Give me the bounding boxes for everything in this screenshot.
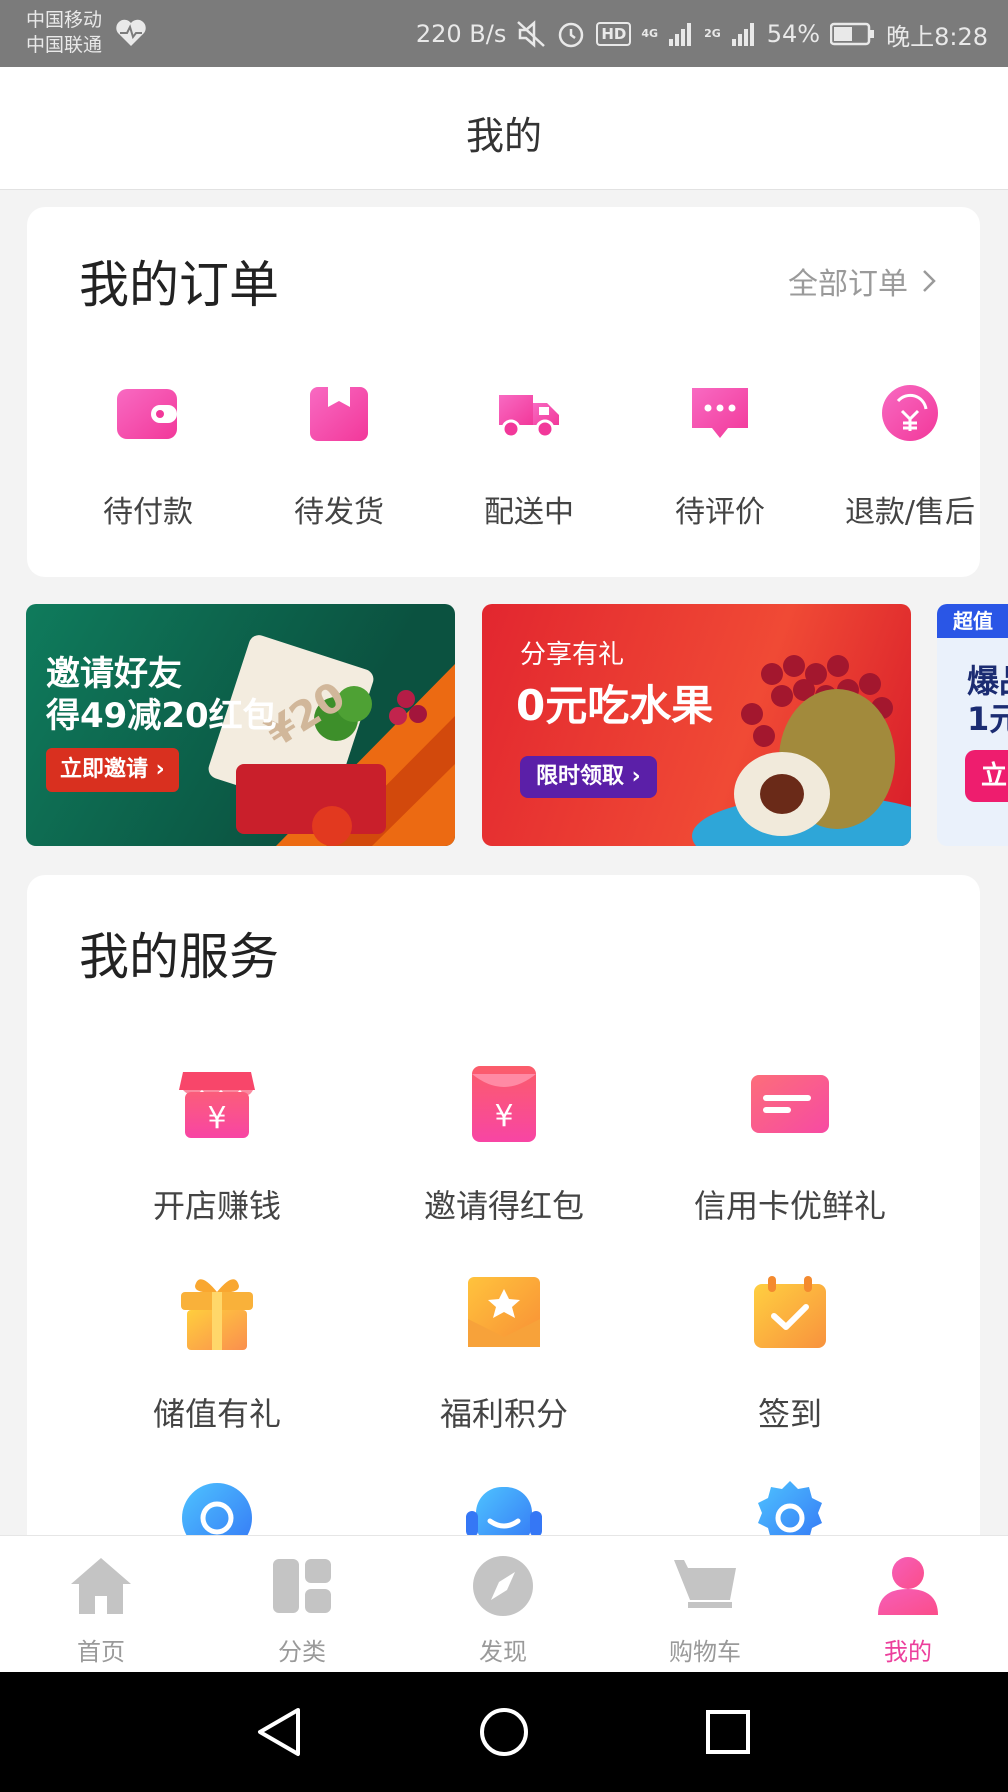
compass-icon: [473, 1556, 533, 1616]
chat-bubble-icon: [692, 388, 748, 438]
orders-card: 我的订单 全部订单 待付款 待发货 配送中 待评价 退款/售后: [27, 207, 980, 577]
credit-card-icon: [751, 1075, 829, 1133]
services-card: 我的服务 ¥ 开店赚钱 ¥ 邀请得红包 信用卡优鲜礼 储值有礼 福利积分 签到: [27, 875, 980, 1555]
system-nav-bar: [0, 1672, 1008, 1792]
network-4g: 4G: [641, 27, 659, 40]
tab-label: 我的: [884, 1638, 932, 1666]
svg-text:¥: ¥: [207, 1101, 226, 1136]
banner-deal-button[interactable]: 立: [965, 750, 1008, 802]
order-item-to-ship[interactable]: 待发货: [244, 377, 434, 531]
service-label: 邀请得红包: [423, 1187, 584, 1225]
carrier-info: 中国移动 中国联通: [26, 8, 102, 58]
battery-percent: 54%: [766, 20, 821, 48]
service-invite-red-envelope[interactable]: ¥ 邀请得红包: [354, 1061, 654, 1227]
signal-icon-2: [731, 23, 754, 46]
order-item-label: 配送中: [484, 495, 574, 530]
category-icon: [273, 1559, 331, 1613]
tab-label: 分类: [278, 1638, 326, 1666]
calendar-check-icon: [754, 1276, 826, 1348]
service-label: 储值有礼: [152, 1395, 281, 1433]
tab-label: 购物车: [669, 1638, 741, 1666]
hd-badge: HD: [596, 22, 632, 46]
service-stored-value-gift[interactable]: 储值有礼: [67, 1269, 367, 1435]
banner-invite-friends[interactable]: ¥20 邀请好友 得49减20红包 立即邀请 ›: [26, 604, 455, 846]
order-item-refund[interactable]: 退款/售后: [815, 377, 1005, 531]
signal-icon-1: [669, 23, 692, 46]
recents-icon[interactable]: [698, 1702, 758, 1762]
tab-discover[interactable]: 发现: [443, 1550, 563, 1667]
carrier-2: 中国联通: [26, 34, 103, 56]
claim-now-label: 限时领取: [536, 764, 625, 789]
user-icon: [878, 1557, 938, 1615]
chevron-right-icon: [923, 270, 936, 292]
invite-now-button[interactable]: 立即邀请 ›: [46, 748, 179, 792]
back-icon[interactable]: [250, 1702, 310, 1762]
net-speed: 220 B/s: [415, 20, 507, 48]
banner-line-1: 0元吃水果: [516, 681, 714, 730]
tab-label: 发现: [479, 1638, 527, 1666]
tab-category[interactable]: 分类: [242, 1550, 362, 1667]
page-title: 我的: [465, 114, 542, 158]
status-bar: 中国移动 中国联通 220 B/s HD 4G 2G 54% 晚上8:28: [0, 0, 1008, 67]
tab-label: 首页: [77, 1638, 125, 1666]
service-welfare-points[interactable]: 福利积分: [354, 1269, 654, 1435]
tab-mine[interactable]: 我的: [848, 1550, 968, 1667]
service-check-in[interactable]: 签到: [640, 1269, 940, 1435]
order-item-label: 待发货: [294, 495, 384, 530]
points-envelope-icon: [468, 1277, 540, 1347]
svg-text:¥: ¥: [494, 1099, 513, 1134]
banner-line-0: 分享有礼: [520, 640, 625, 670]
promo-banner-carousel[interactable]: ¥20 邀请好友 得49减20红包 立即邀请 › 分享有礼 0元吃水果 限时领取…: [0, 604, 1008, 846]
cart-icon: [674, 1560, 736, 1608]
mute-icon: [517, 20, 546, 48]
tab-cart[interactable]: 购物车: [645, 1550, 765, 1667]
health-heart-icon: [116, 19, 146, 46]
services-title: 我的服务: [79, 928, 279, 986]
order-item-label: 待评价: [675, 495, 765, 530]
network-2g: 2G: [704, 27, 721, 40]
home-button-icon[interactable]: [474, 1702, 534, 1762]
wallet-icon: [117, 389, 177, 439]
order-item-pending-payment[interactable]: 待付款: [53, 377, 243, 531]
service-open-shop[interactable]: ¥ 开店赚钱: [67, 1061, 367, 1227]
package-icon: [310, 387, 368, 441]
service-label: 福利积分: [439, 1395, 568, 1433]
tab-home[interactable]: 首页: [41, 1550, 161, 1667]
order-item-label: 待付款: [103, 495, 193, 530]
service-label: 开店赚钱: [152, 1187, 281, 1225]
banner-line-2: 得49减20红包: [46, 696, 277, 736]
banner-share-fruit[interactable]: 分享有礼 0元吃水果 限时领取 ›: [482, 604, 911, 846]
banner-value-deal[interactable]: 超值 爆品 1元 立: [937, 604, 1008, 846]
title-bar: 我的: [0, 67, 1008, 190]
claim-now-button[interactable]: 限时领取 ›: [520, 756, 657, 798]
order-item-to-review[interactable]: 待评价: [625, 377, 815, 531]
delivery-truck-icon: [499, 395, 559, 439]
banner-line-2: 1元: [967, 700, 1008, 738]
gift-icon: [181, 1279, 253, 1350]
shop-icon: ¥: [179, 1072, 255, 1138]
banner-tag: 超值: [937, 604, 1008, 638]
service-label: 信用卡优鲜礼: [693, 1187, 886, 1225]
bottom-tab-bar: 首页 分类 发现 购物车 我的: [0, 1535, 1008, 1672]
alarm-icon: [559, 22, 584, 48]
invite-now-label: 立即邀请: [60, 757, 149, 782]
all-orders-label: 全部订单: [788, 267, 908, 302]
orders-title: 我的订单: [79, 256, 279, 314]
home-icon: [71, 1558, 131, 1614]
carrier-1: 中国移动: [26, 9, 103, 31]
refund-icon: [882, 385, 938, 441]
order-item-delivering[interactable]: 配送中: [434, 377, 624, 531]
service-label: 签到: [757, 1395, 822, 1433]
all-orders-link[interactable]: 全部订单: [788, 259, 936, 303]
clock: 晚上8:28: [886, 22, 988, 51]
battery-icon: [830, 22, 875, 46]
service-credit-card-gift[interactable]: 信用卡优鲜礼: [640, 1061, 940, 1227]
red-envelope-icon: ¥: [472, 1066, 536, 1142]
order-item-label: 退款/售后: [844, 495, 976, 530]
